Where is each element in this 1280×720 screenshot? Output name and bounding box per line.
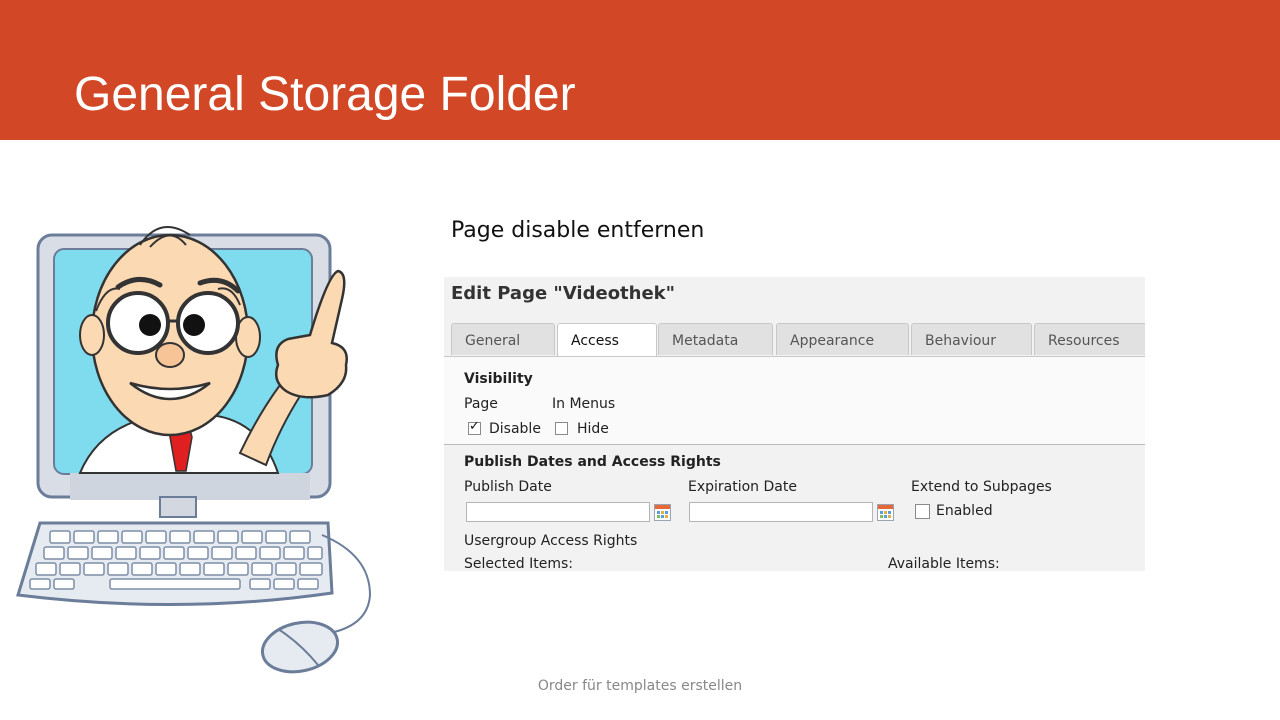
publish-date-label: Publish Date	[464, 479, 552, 495]
page-label: Page	[464, 396, 498, 412]
selected-items-label: Selected Items:	[464, 556, 574, 571]
edit-page-screenshot: Edit Page "Videothek" General Access Met…	[444, 277, 1145, 571]
publish-panel: Publish Dates and Access Rights Publish …	[444, 445, 1145, 571]
visibility-heading: Visibility	[464, 371, 533, 387]
hide-checkbox[interactable]	[555, 422, 568, 435]
tab-bar: General Access Metadata Appearance Behav…	[451, 323, 1145, 357]
edit-page-heading: Edit Page "Videothek"	[451, 283, 676, 304]
slide-title: General Storage Folder	[74, 68, 576, 121]
visibility-panel: Visibility Page In Menus Disable Hide	[444, 357, 1145, 444]
tab-metadata[interactable]: Metadata	[658, 323, 773, 355]
slide-footer: Order für templates erstellen	[537, 678, 743, 694]
tab-behaviour[interactable]: Behaviour	[911, 323, 1032, 355]
expiration-date-calendar-icon[interactable]	[877, 504, 894, 521]
cartoon-computer-man-pointing-icon	[16, 226, 372, 674]
disable-label: Disable	[489, 421, 541, 437]
publish-date-input[interactable]	[466, 502, 650, 522]
usergroup-access-label: Usergroup Access Rights	[464, 533, 638, 549]
tab-access[interactable]: Access	[557, 323, 657, 357]
tab-appearance[interactable]: Appearance	[776, 323, 909, 355]
tab-resources[interactable]: Resources	[1034, 323, 1145, 355]
expiration-date-label: Expiration Date	[688, 479, 797, 495]
publish-heading: Publish Dates and Access Rights	[464, 454, 721, 470]
hide-label: Hide	[577, 421, 609, 437]
enabled-label: Enabled	[936, 503, 993, 519]
available-items-label: Available Items:	[888, 556, 1000, 571]
publish-date-calendar-icon[interactable]	[654, 504, 671, 521]
expiration-date-input[interactable]	[689, 502, 873, 522]
in-menus-label: In Menus	[552, 396, 616, 412]
tab-general[interactable]: General	[451, 323, 555, 355]
disable-checkbox[interactable]	[468, 419, 481, 435]
slide-subtitle: Page disable entfernen	[451, 218, 705, 243]
extend-subpages-label: Extend to Subpages	[911, 479, 1052, 495]
enabled-checkbox[interactable]	[915, 504, 930, 519]
